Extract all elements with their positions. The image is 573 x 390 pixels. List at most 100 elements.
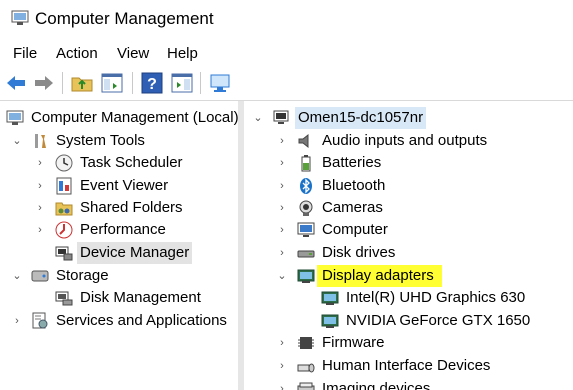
window-title: Computer Management: [35, 9, 214, 28]
tree-node-services-and-applications[interactable]: › Services and Applications: [0, 310, 238, 332]
computer-management-icon: [11, 10, 29, 25]
display-adapter-icon: [297, 269, 315, 283]
console-tree: Computer Management (Local) ⌄ System Too…: [0, 101, 238, 390]
forward-icon[interactable]: [32, 71, 56, 95]
chevron-down-icon[interactable]: ⌄: [252, 107, 264, 129]
menu-file[interactable]: File: [13, 44, 37, 64]
device-display-adapter-nvidia[interactable]: NVIDIA GeForce GTX 1650: [244, 310, 573, 332]
tree-label: Device Manager: [77, 242, 193, 264]
tree-node-system-tools[interactable]: ⌄ System Tools: [0, 130, 238, 152]
tree-node-event-viewer[interactable]: › Event Viewer: [0, 175, 238, 197]
computer-icon: [273, 110, 289, 124]
battery-icon: [301, 155, 311, 172]
speaker-icon: [298, 133, 309, 149]
device-category-imaging[interactable]: › Imaging devices: [244, 378, 573, 390]
toolbar-separator: [62, 72, 63, 94]
tree-node-shared-folders[interactable]: › Shared Folders: [0, 197, 238, 219]
device-display-adapter-intel[interactable]: Intel(R) UHD Graphics 630: [244, 287, 573, 309]
menu-help[interactable]: Help: [167, 44, 198, 64]
chevron-right-icon[interactable]: ›: [276, 219, 288, 241]
device-label: NVIDIA GeForce GTX 1650: [346, 312, 531, 329]
device-category-display-adapters[interactable]: ⌄ Display adapters: [244, 265, 573, 287]
device-label: Human Interface Devices: [322, 357, 491, 374]
device-label: Display adapters: [317, 265, 442, 287]
menu-view[interactable]: View: [117, 44, 149, 64]
chevron-right-icon[interactable]: ›: [11, 310, 23, 332]
bluetooth-icon: [300, 178, 312, 194]
device-label: Bluetooth: [322, 177, 386, 194]
chevron-right-icon[interactable]: ›: [276, 197, 288, 219]
keyboard-mouse-icon: [297, 363, 315, 373]
chevron-right-icon[interactable]: ›: [276, 175, 288, 197]
chevron-right-icon[interactable]: ›: [34, 152, 46, 174]
tree-label: Performance: [80, 221, 166, 238]
display-adapter-icon: [321, 291, 339, 305]
device-label: Disk drives: [322, 244, 396, 261]
back-icon[interactable]: [4, 71, 28, 95]
device-category-audio[interactable]: › Audio inputs and outputs: [244, 130, 573, 152]
chevron-right-icon[interactable]: ›: [34, 197, 46, 219]
properties-panel-icon[interactable]: [170, 71, 194, 95]
shared-folder-icon: [55, 202, 73, 216]
device-category-bluetooth[interactable]: › Bluetooth: [244, 175, 573, 197]
tree-node-disk-management[interactable]: Disk Management: [0, 287, 238, 309]
clock-icon: [55, 154, 73, 172]
services-icon: [32, 312, 48, 329]
chevron-right-icon[interactable]: ›: [34, 175, 46, 197]
tree-node-root[interactable]: Computer Management (Local): [0, 107, 238, 129]
tree-node-task-scheduler[interactable]: › Task Scheduler: [0, 152, 238, 174]
device-category-cameras[interactable]: › Cameras: [244, 197, 573, 219]
toolbar: ?: [0, 66, 573, 101]
camera-icon: [299, 200, 313, 216]
help-icon[interactable]: ?: [140, 71, 164, 95]
firmware-chip-icon: [298, 337, 314, 349]
chevron-right-icon[interactable]: ›: [276, 332, 288, 354]
monitor-icon: [297, 222, 315, 237]
device-label: Firmware: [322, 334, 385, 351]
tree-node-performance[interactable]: › Performance: [0, 219, 238, 241]
chevron-right-icon[interactable]: ›: [276, 242, 288, 264]
chevron-right-icon[interactable]: ›: [276, 130, 288, 152]
chevron-right-icon[interactable]: ›: [34, 219, 46, 241]
tree-label: Services and Applications: [56, 312, 227, 329]
tree-label: Event Viewer: [80, 177, 169, 194]
tree-label: Computer Management (Local): [31, 109, 238, 126]
device-category-batteries[interactable]: › Batteries: [244, 152, 573, 174]
disk-drive-icon: [297, 250, 315, 258]
performance-icon: [55, 221, 73, 239]
device-label: Intel(R) UHD Graphics 630: [346, 289, 526, 306]
tree-node-storage[interactable]: ⌄ Storage: [0, 265, 238, 287]
tree-label: Shared Folders: [80, 199, 183, 216]
storage-icon: [31, 270, 49, 282]
chevron-down-icon[interactable]: ⌄: [11, 130, 23, 152]
device-category-computer[interactable]: › Computer: [244, 219, 573, 241]
chevron-right-icon[interactable]: ›: [276, 152, 288, 174]
menu-action[interactable]: Action: [56, 44, 98, 64]
device-label: Computer: [322, 221, 388, 238]
chevron-down-icon[interactable]: ⌄: [276, 265, 288, 287]
show-hide-tree-icon[interactable]: [100, 71, 124, 95]
device-category-hid[interactable]: › Human Interface Devices: [244, 355, 573, 377]
title-bar: Computer Management: [0, 0, 573, 40]
tree-node-device-manager[interactable]: Device Manager: [0, 242, 238, 264]
chevron-right-icon[interactable]: ›: [276, 378, 288, 390]
device-category-disk-drives[interactable]: › Disk drives: [244, 242, 573, 264]
up-folder-icon[interactable]: [70, 71, 94, 95]
device-category-firmware[interactable]: › Firmware: [244, 332, 573, 354]
scanner-icon: [297, 382, 315, 390]
toolbar-separator: [200, 72, 201, 94]
device-label: Cameras: [322, 199, 383, 216]
toolbar-separator: [132, 72, 133, 94]
menu-bar: File Action View Help: [0, 42, 573, 66]
device-manager-icon: [55, 246, 73, 261]
monitor-icon[interactable]: [208, 71, 232, 95]
display-adapter-icon: [321, 314, 339, 328]
chevron-down-icon[interactable]: ⌄: [11, 265, 23, 287]
device-label: Batteries: [322, 154, 382, 171]
computer-management-icon: [6, 110, 24, 125]
device-tree: ⌄ Omen15-dc1057nr › Audio inputs and out…: [244, 101, 573, 390]
event-log-icon: [56, 177, 72, 195]
chevron-right-icon[interactable]: ›: [276, 355, 288, 377]
device-root[interactable]: ⌄ Omen15-dc1057nr: [244, 107, 573, 129]
tree-label: System Tools: [56, 132, 145, 149]
